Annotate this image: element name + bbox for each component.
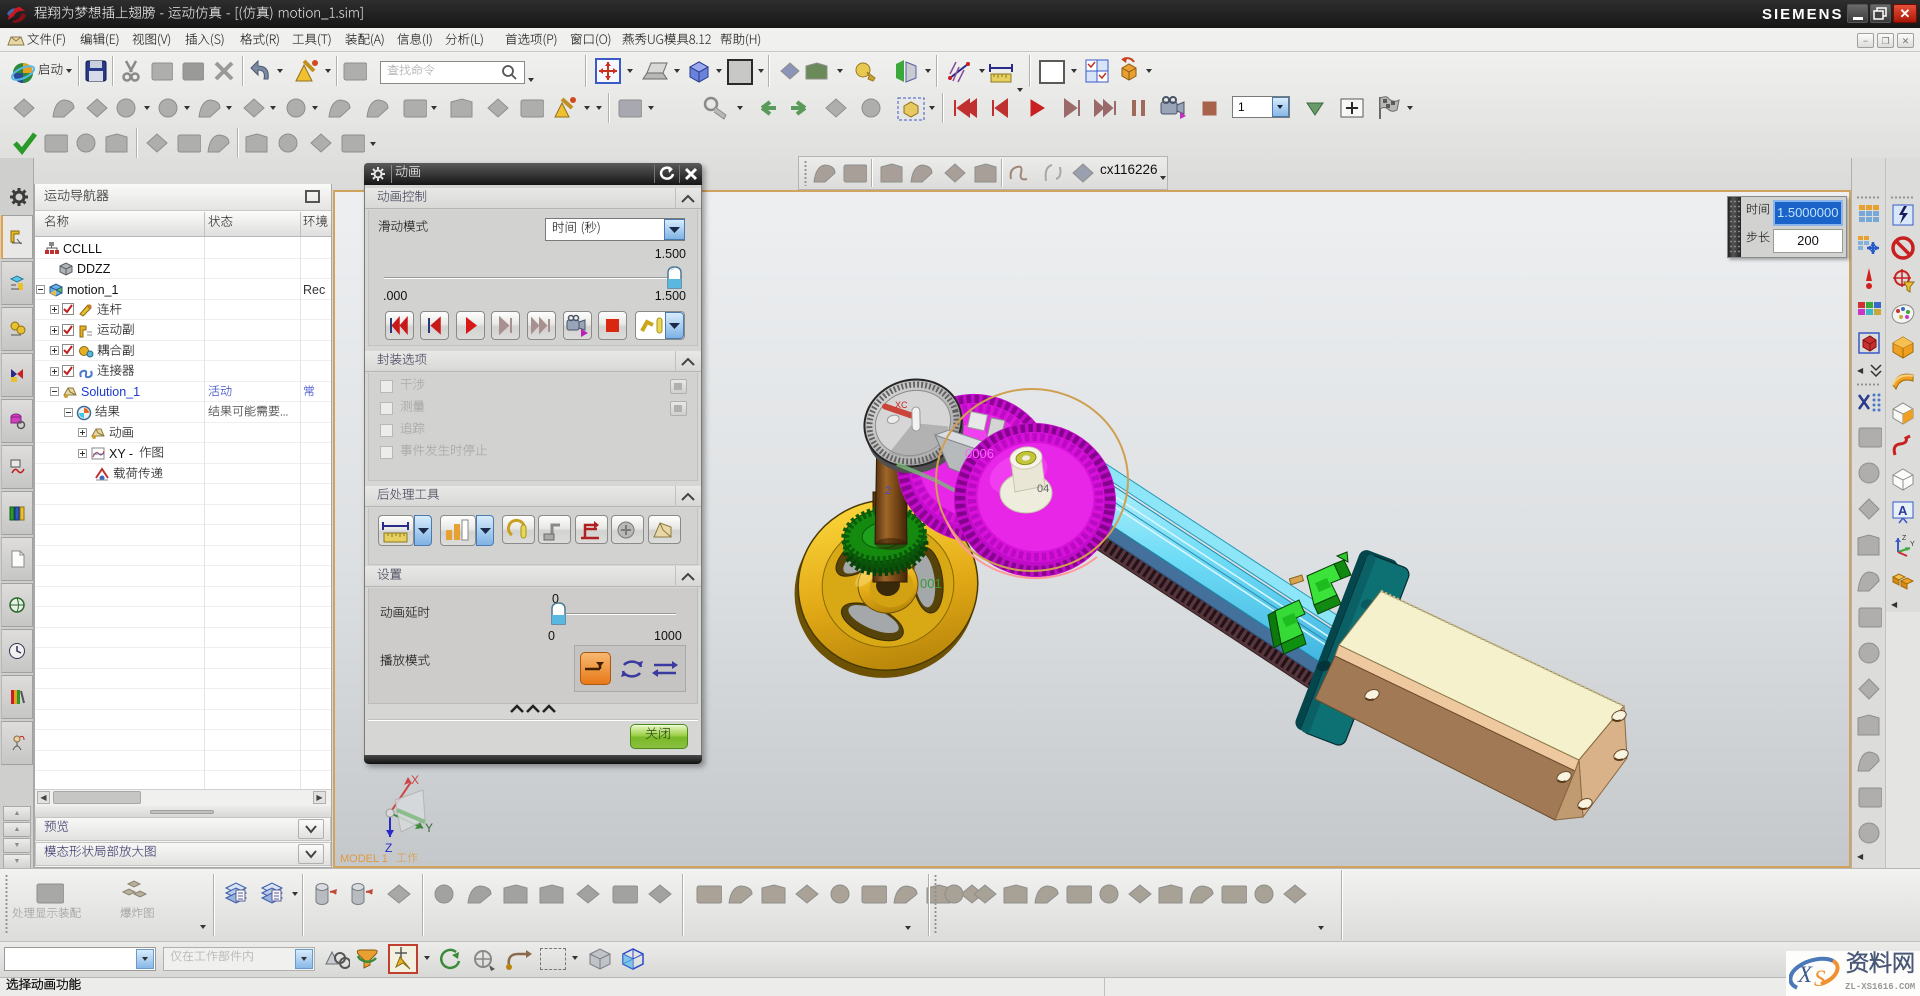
svg-text:0006: 0006 — [965, 446, 994, 461]
svg-text:Y: Y — [1910, 541, 1915, 548]
svg-text:Y: Y — [425, 821, 433, 835]
svg-text:Z: Z — [1902, 535, 1907, 542]
svg-text:S: S — [1814, 966, 1826, 991]
svg-text:XC: XC — [895, 400, 908, 410]
svg-text:04: 04 — [1037, 483, 1049, 495]
svg-text:001: 001 — [920, 576, 942, 591]
svg-text:2: 2 — [885, 485, 891, 497]
svg-text:X: X — [411, 773, 419, 787]
svg-text:A: A — [1898, 503, 1908, 518]
svg-text:X: X — [1797, 962, 1813, 987]
